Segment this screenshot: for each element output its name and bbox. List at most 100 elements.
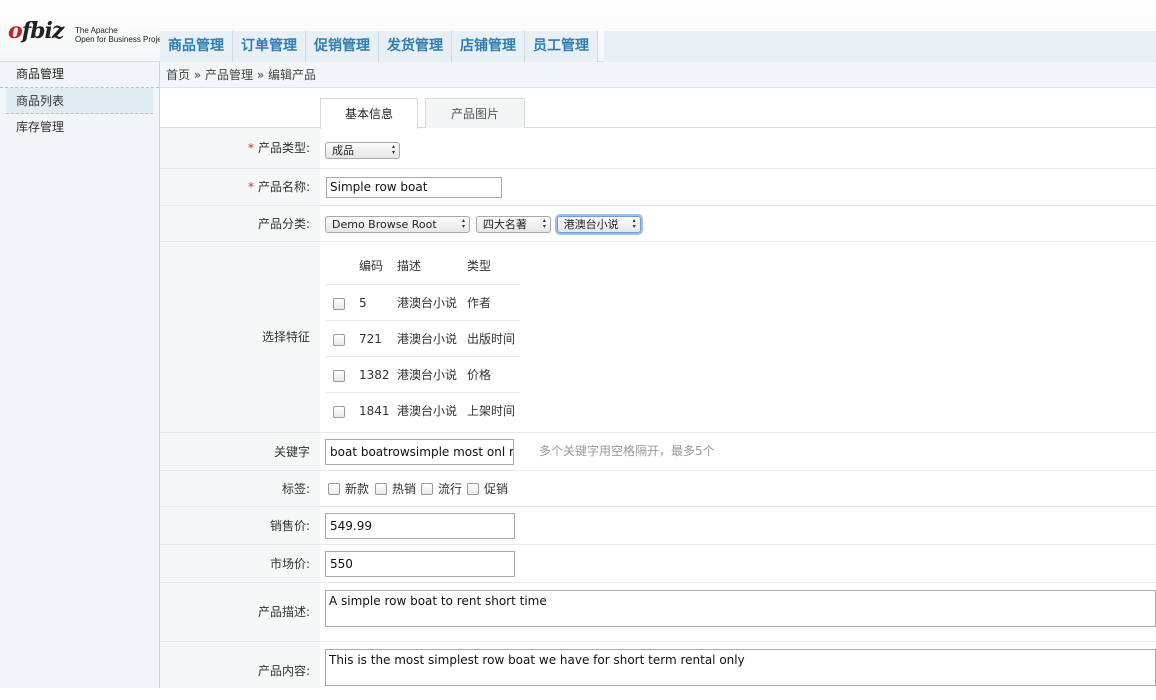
tab-basic-info[interactable]: 基本信息	[320, 98, 418, 129]
breadcrumb: 首页 » 产品管理 » 编辑产品	[160, 62, 1156, 88]
feature-checkbox[interactable]	[333, 370, 345, 382]
label-text: 关键字	[273, 445, 310, 459]
label-market-price: 市场价:	[160, 545, 320, 582]
required-mark: *	[247, 180, 254, 194]
content-textarea[interactable]: This is the most simplest row boat we ha…	[325, 649, 1156, 686]
row-description: 产品描述: A simple row boat to rent short ti…	[160, 583, 1156, 642]
description-textarea[interactable]: A simple row boat to rent short time	[325, 590, 1156, 627]
product-type-select[interactable]: 成品	[325, 142, 400, 159]
logo-o: o	[8, 18, 23, 44]
label-content: 产品内容:	[160, 642, 320, 688]
top-nav: 商品管理 订单管理 促销管理 发货管理 店铺管理 员工管理	[160, 31, 598, 62]
label-product-name: * 产品名称:	[160, 169, 320, 205]
breadcrumb-current: 编辑产品	[268, 68, 317, 82]
row-product-type: * 产品类型: 成品	[160, 128, 1156, 169]
feature-code: 5	[359, 296, 367, 310]
feature-type: 价格	[467, 368, 492, 382]
tab-bar: 基本信息 产品图片	[160, 88, 1156, 129]
row-market-price: 市场价: 550	[160, 545, 1156, 583]
tag-checkbox[interactable]	[375, 483, 387, 495]
row-tags: 标签: 新款 热销 流行 促销	[160, 471, 1156, 507]
label-text: 市场价:	[269, 557, 310, 571]
feature-checkbox[interactable]	[333, 406, 345, 418]
nav-product[interactable]: 商品管理	[160, 31, 233, 62]
row-category: 产品分类: Demo Browse Root 四大名著 港澳台小说	[160, 206, 1156, 242]
tag-checkbox[interactable]	[467, 483, 479, 495]
label-text: 产品名称:	[257, 180, 310, 194]
field-product-type: 成品	[325, 128, 400, 168]
tag-checkbox[interactable]	[421, 483, 433, 495]
label-text: 选择特征	[261, 330, 310, 344]
feature-type: 出版时间	[467, 332, 516, 346]
table-row: 5 港澳台小说 作者	[325, 285, 520, 321]
label-keywords: 关键字	[160, 433, 320, 470]
logo-rest: fbiz	[21, 18, 65, 44]
sale-price-input[interactable]: 549.99	[325, 513, 515, 539]
feature-desc: 港澳台小说	[397, 404, 458, 418]
feature-type: 上架时间	[467, 404, 516, 418]
field-category: Demo Browse Root 四大名著 港澳台小说	[325, 206, 641, 241]
logo-subtitle: The Apache Open for Business Project	[75, 26, 168, 44]
label-category: 产品分类:	[160, 206, 320, 241]
feature-desc: 港澳台小说	[397, 368, 458, 382]
label-description: 产品描述:	[160, 583, 320, 641]
feature-type: 作者	[467, 296, 492, 310]
label-text: 产品描述:	[257, 605, 310, 619]
feature-checkbox[interactable]	[333, 334, 345, 346]
tag-label: 新款	[345, 482, 370, 496]
label-text: 产品类型:	[257, 141, 310, 155]
nav-promotion[interactable]: 促销管理	[306, 31, 379, 62]
nav-store[interactable]: 店铺管理	[452, 31, 525, 62]
topnav-fill	[604, 31, 1156, 62]
table-row: 1382 港澳台小说 价格	[325, 357, 520, 393]
tab-product-images[interactable]: 产品图片	[425, 98, 525, 128]
label-text: 产品分类:	[257, 217, 310, 231]
tag-checkbox[interactable]	[328, 483, 340, 495]
row-features: 选择特征 编码 描述 类型 5 港澳台小说 作者 721 港澳台小说 出版时间	[160, 242, 1156, 433]
tag-label: 促销	[484, 482, 509, 496]
nav-staff[interactable]: 员工管理	[525, 31, 598, 62]
feature-desc: 港澳台小说	[397, 296, 458, 310]
label-text: 标签:	[281, 482, 310, 496]
ofbiz-logo[interactable]: ofbiz The Apache Open for Business Proje…	[8, 18, 168, 48]
breadcrumb-sep: »	[256, 68, 265, 82]
keywords-input[interactable]: boat boatrowsimple most onl r	[325, 439, 514, 465]
sidebar-item-product-list[interactable]: 商品列表	[6, 88, 153, 114]
label-text: 产品内容:	[257, 664, 310, 678]
sidebar-title: 商品管理	[0, 62, 159, 88]
table-row: 721 港澳台小说 出版时间	[325, 321, 520, 357]
row-product-name: * 产品名称: Simple row boat	[160, 169, 1156, 206]
category-select-2[interactable]: 四大名著	[475, 216, 551, 233]
logo-sub-line1: The Apache	[75, 26, 118, 35]
required-mark: *	[247, 141, 254, 155]
label-sale-price: 销售价:	[160, 507, 320, 544]
feature-code: 721	[359, 332, 382, 346]
breadcrumb-sep: »	[193, 68, 202, 82]
market-price-input[interactable]: 550	[325, 551, 515, 577]
col-type: 类型	[467, 259, 492, 273]
logo-sub-line2: Open for Business Project	[75, 35, 168, 44]
col-code: 编码	[359, 259, 384, 273]
nav-order[interactable]: 订单管理	[233, 31, 306, 62]
tag-label: 热销	[392, 482, 417, 496]
category-select-1[interactable]: Demo Browse Root	[325, 216, 470, 233]
nav-shipping[interactable]: 发货管理	[379, 31, 452, 62]
logo-wordmark: ofbiz	[8, 18, 65, 44]
feature-checkbox[interactable]	[333, 298, 345, 310]
product-name-input[interactable]: Simple row boat	[326, 177, 502, 198]
label-tags: 标签:	[160, 471, 320, 506]
feature-table: 编码 描述 类型 5 港澳台小说 作者 721 港澳台小说 出版时间 1382 …	[325, 248, 520, 429]
col-desc: 描述	[397, 259, 422, 273]
feature-code: 1382	[359, 368, 390, 382]
row-keywords: 关键字 boat boatrowsimple most onl r 多个关键字用…	[160, 433, 1156, 471]
row-sale-price: 销售价: 549.99	[160, 507, 1156, 545]
table-row: 1841 港澳台小说 上架时间	[325, 393, 520, 429]
sidebar-item-inventory[interactable]: 库存管理	[0, 114, 159, 140]
category-select-3[interactable]: 港澳台小说	[556, 216, 641, 233]
keywords-hint: 多个关键字用空格隔开，最多5个	[539, 444, 715, 458]
breadcrumb-home[interactable]: 首页	[166, 68, 190, 82]
row-content: 产品内容: This is the most simplest row boat…	[160, 642, 1156, 688]
breadcrumb-product-mgmt[interactable]: 产品管理	[205, 68, 253, 82]
label-features: 选择特征	[160, 242, 320, 432]
label-product-type: * 产品类型:	[160, 128, 320, 168]
